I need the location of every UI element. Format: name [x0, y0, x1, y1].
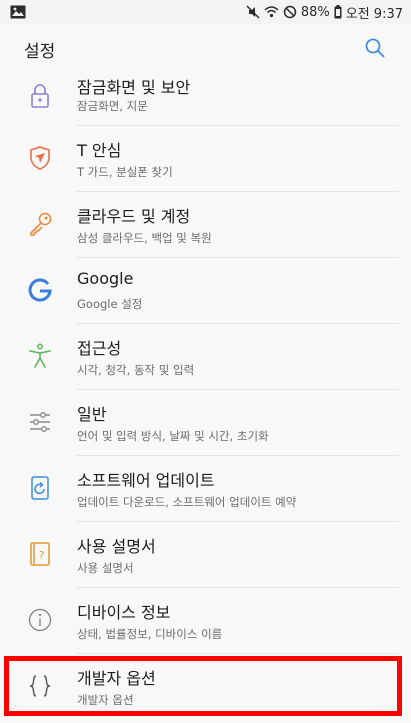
key-icon	[26, 210, 54, 238]
item-title: 접근성	[77, 339, 122, 358]
item-title: 잠금화면 및 보안	[77, 78, 191, 97]
wifi-icon	[264, 5, 279, 19]
developer-options-icon	[26, 672, 54, 700]
settings-item-developer-options[interactable]: 개발자 옵션 개발자 옵션	[0, 654, 411, 720]
shield-icon	[26, 144, 54, 172]
clock: 오전 9:37	[345, 6, 403, 22]
search-icon[interactable]	[363, 36, 387, 60]
battery-icon	[334, 5, 342, 19]
svg-text:?: ?	[39, 549, 45, 562]
user-manual-icon: ?	[26, 540, 54, 568]
item-subtitle: 삼성 클라우드, 백업 및 복원	[77, 231, 212, 245]
item-title: T 안심	[77, 141, 122, 160]
settings-list: 잠금화면 및 보안 잠금화면, 지문 T 안심 T 가드, 분실폰 찾기 클라우…	[0, 70, 411, 720]
settings-item-device-info[interactable]: 디바이스 정보 상태, 법률정보, 디바이스 이름	[0, 588, 411, 654]
item-subtitle: Google 설정	[77, 297, 143, 311]
settings-item-lock-screen-security[interactable]: 잠금화면 및 보안 잠금화면, 지문	[0, 70, 411, 126]
item-title: 디바이스 정보	[77, 603, 171, 622]
item-subtitle: 시각, 청각, 동작 및 입력	[77, 363, 195, 377]
item-title: 클라우드 및 계정	[77, 207, 191, 226]
settings-item-user-manual[interactable]: ? 사용 설명서 사용 설명서	[0, 522, 411, 588]
settings-screen: 88% 오전 9:37 설정 잠금화면 및 보안 잠금화면, 지문 T 안심 T…	[0, 0, 411, 723]
item-subtitle: 잠금화면, 지문	[77, 99, 148, 113]
settings-item-accessibility[interactable]: 접근성 시각, 청각, 동작 및 입력	[0, 324, 411, 390]
item-subtitle: 업데이트 다운로드, 소프트웨어 업데이트 예약	[77, 495, 297, 509]
app-bar: 설정	[0, 24, 411, 72]
item-title: 일반	[77, 405, 107, 424]
item-subtitle: T 가드, 분실폰 찾기	[77, 165, 173, 179]
settings-item-t-safety[interactable]: T 안심 T 가드, 분실폰 찾기	[0, 126, 411, 192]
settings-item-general[interactable]: 일반 언어 및 입력 방식, 날짜 및 시간, 초기화	[0, 390, 411, 456]
page-title: 설정	[24, 42, 56, 62]
item-title: 개발자 옵션	[77, 669, 156, 688]
status-icons: 88% 오전 9:37	[246, 3, 403, 22]
accessibility-icon	[26, 342, 54, 370]
item-title: Google	[77, 269, 134, 288]
google-icon	[26, 276, 54, 304]
item-subtitle: 사용 설명서	[77, 561, 134, 575]
image-icon	[10, 4, 26, 19]
item-subtitle: 개발자 옵션	[77, 693, 134, 707]
sliders-icon	[26, 408, 54, 436]
item-subtitle: 상태, 법률정보, 디바이스 이름	[77, 627, 223, 641]
settings-item-cloud-accounts[interactable]: 클라우드 및 계정 삼성 클라우드, 백업 및 복원	[0, 192, 411, 258]
software-update-icon	[26, 474, 54, 502]
settings-item-software-update[interactable]: 소프트웨어 업데이트 업데이트 다운로드, 소프트웨어 업데이트 예약	[0, 456, 411, 522]
lock-icon	[26, 82, 54, 110]
item-subtitle: 언어 및 입력 방식, 날짜 및 시간, 초기화	[77, 429, 269, 443]
do-not-disturb-icon	[283, 5, 297, 19]
status-bar: 88% 오전 9:37	[0, 0, 411, 24]
item-title: 소프트웨어 업데이트	[77, 471, 215, 490]
battery-percent: 88%	[300, 4, 330, 20]
info-icon	[26, 606, 54, 634]
item-title: 사용 설명서	[77, 537, 156, 556]
settings-item-google[interactable]: Google Google 설정	[0, 258, 411, 324]
mute-icon	[246, 5, 260, 19]
